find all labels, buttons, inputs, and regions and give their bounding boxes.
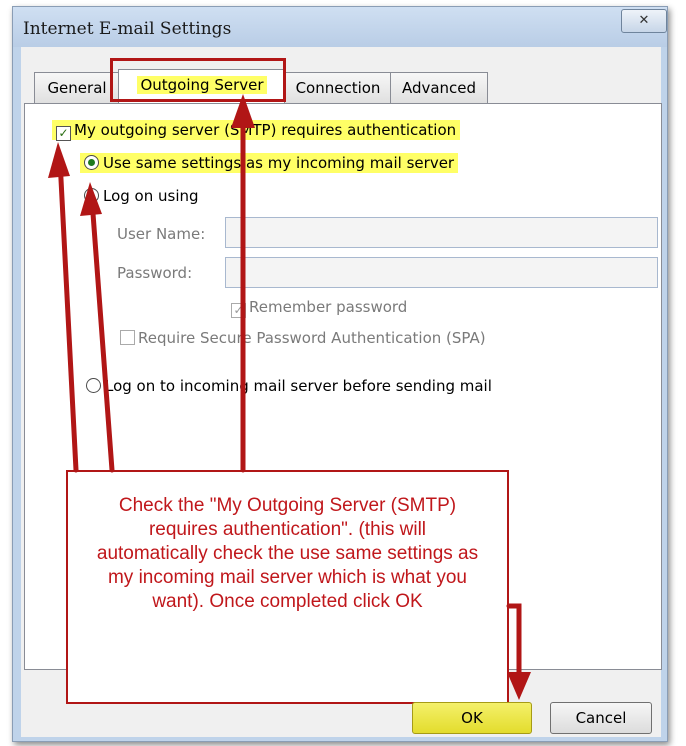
annotation-arrows — [48, 94, 531, 700]
arrow-to-radio — [89, 197, 115, 473]
arrow-to-ok — [506, 603, 522, 683]
arrow-to-checkbox — [57, 157, 79, 473]
